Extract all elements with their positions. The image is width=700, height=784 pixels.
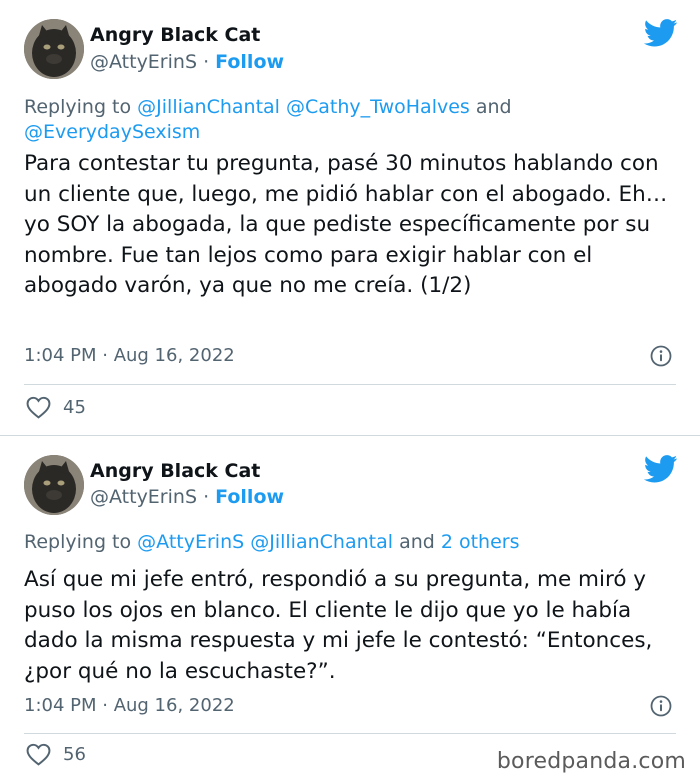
replying-prefix: Replying to: [24, 531, 132, 553]
watermark: boredpanda.com: [496, 749, 686, 774]
avatar[interactable]: [24, 19, 84, 79]
author-handle[interactable]: @AttyErinS: [90, 486, 197, 508]
handle-separator: ·: [203, 486, 210, 508]
handle-row: @AttyErinS · Follow: [90, 486, 284, 508]
info-icon[interactable]: [650, 695, 672, 717]
cat-avatar-image: [24, 19, 84, 79]
replying-joiner: and: [475, 96, 512, 118]
heart-icon[interactable]: [26, 743, 51, 766]
like-count: 56: [63, 744, 86, 765]
heart-icon[interactable]: [26, 396, 51, 419]
cat-avatar-image: [24, 455, 84, 515]
twitter-bird-icon[interactable]: [644, 455, 678, 483]
tweet-timestamp[interactable]: 1:04 PM · Aug 16, 2022: [24, 345, 235, 366]
author-name[interactable]: Angry Black Cat: [90, 460, 260, 482]
mention-link[interactable]: @JillianChantal: [137, 96, 280, 118]
divider: [24, 384, 676, 385]
follow-button[interactable]: Follow: [215, 51, 284, 73]
info-icon[interactable]: [650, 345, 672, 367]
replying-joiner: and: [399, 531, 435, 553]
tweet-text: Así que mi jefe entró, respondió a su pr…: [24, 567, 653, 684]
like-action[interactable]: 56: [26, 743, 86, 766]
tweet-card: Angry Black Cat @AttyErinS · Follow Repl…: [0, 437, 700, 784]
like-count: 45: [63, 397, 86, 418]
mention-link[interactable]: @JillianChantal: [250, 531, 393, 553]
twitter-bird-icon[interactable]: [644, 19, 678, 47]
divider: [24, 733, 676, 734]
mention-link[interactable]: @EverydaySexism: [24, 121, 200, 143]
replying-prefix: Replying to: [24, 96, 132, 118]
replying-to: Replying to @AttyErinS @JillianChantal a…: [24, 530, 584, 555]
follow-button[interactable]: Follow: [215, 486, 284, 508]
tweet-text: Para contestar tu pregunta, pasé 30 minu…: [24, 151, 668, 299]
author-name[interactable]: Angry Black Cat: [90, 24, 260, 46]
handle-separator: ·: [203, 51, 210, 73]
like-action[interactable]: 45: [26, 396, 86, 419]
tweet-timestamp[interactable]: 1:04 PM · Aug 16, 2022: [24, 695, 235, 716]
author-handle[interactable]: @AttyErinS: [90, 51, 197, 73]
handle-row: @AttyErinS · Follow: [90, 51, 284, 73]
tweet-card: Angry Black Cat @AttyErinS · Follow Repl…: [0, 0, 700, 436]
mention-link[interactable]: 2 others: [441, 531, 520, 553]
mention-link[interactable]: @Cathy_TwoHalves: [286, 96, 470, 118]
replying-to: Replying to @JillianChantal @Cathy_TwoHa…: [24, 95, 584, 145]
avatar[interactable]: [24, 455, 84, 515]
mention-link[interactable]: @AttyErinS: [137, 531, 244, 553]
